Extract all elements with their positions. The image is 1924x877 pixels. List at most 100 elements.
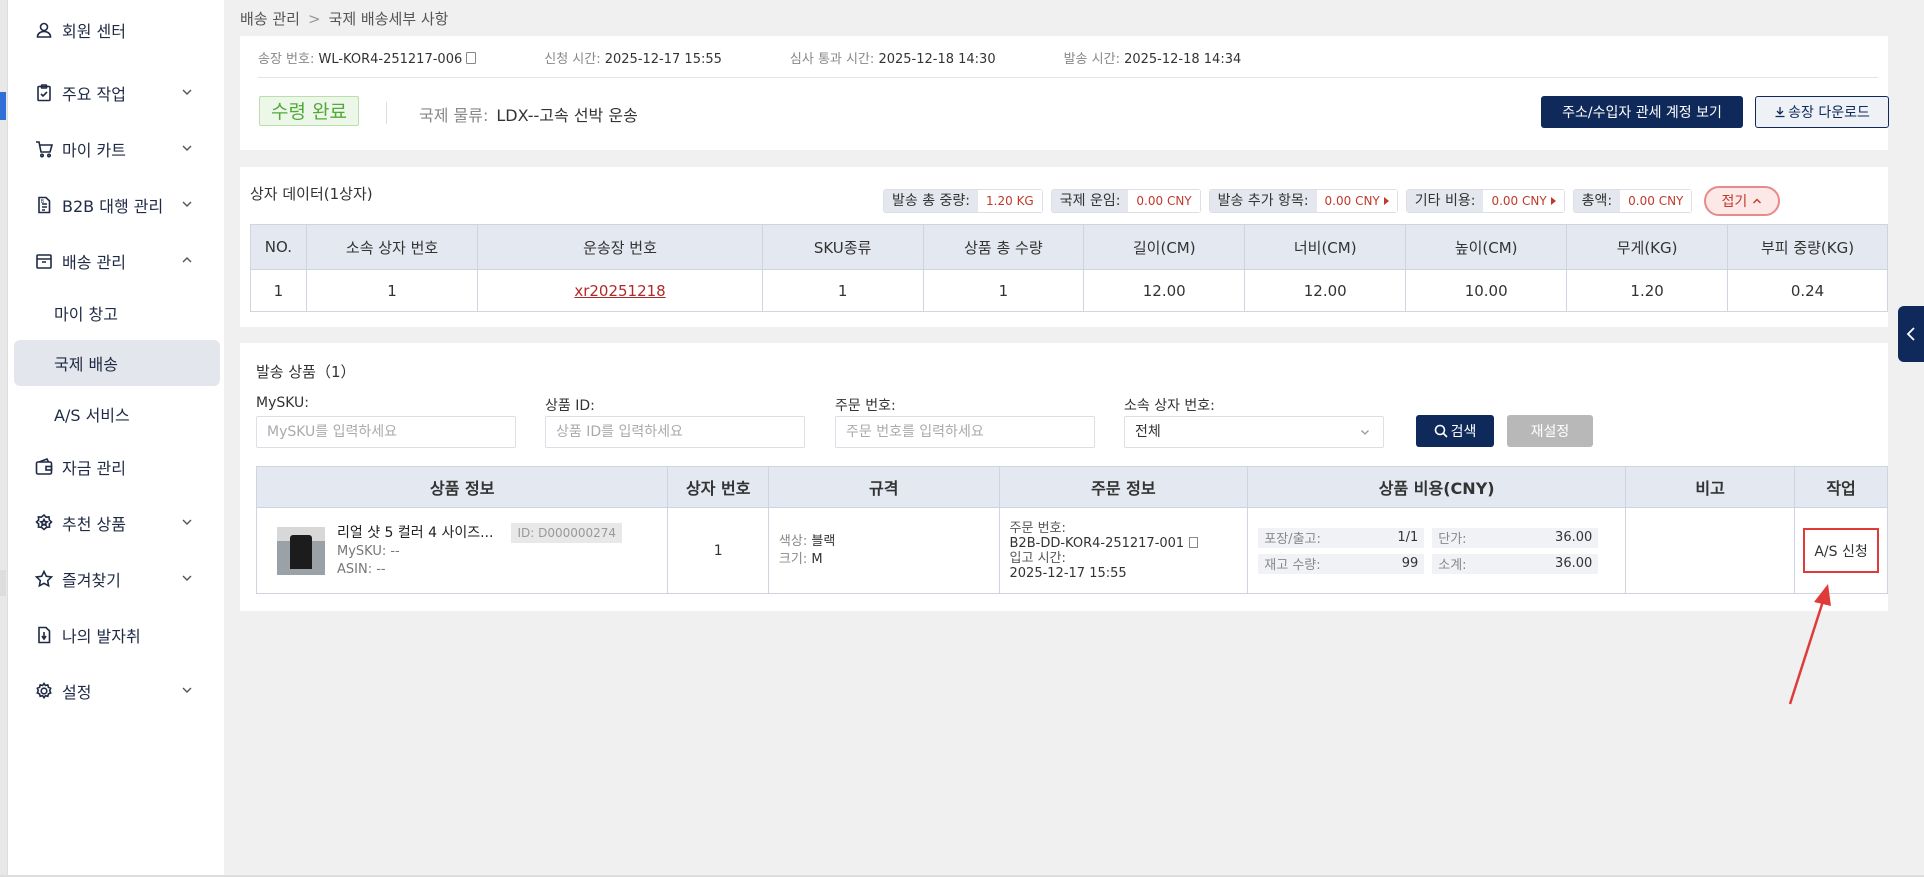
chevron-down-icon <box>182 575 192 581</box>
search-button[interactable]: 검색 <box>1416 415 1494 447</box>
sidebar-item-recommended-products[interactable]: 추천 상품 <box>8 500 224 546</box>
sidebar-item-my-history[interactable]: 나의 발자취 <box>8 612 224 658</box>
collapse-button[interactable]: 접기 <box>1704 186 1781 216</box>
column-header: 길이(CM) <box>1083 224 1246 270</box>
column-header: 상품 총 수량 <box>922 224 1085 270</box>
reset-button[interactable]: 재설정 <box>1507 415 1593 447</box>
other-fees-chip[interactable]: 기타 비용: 0.00 CNY <box>1405 189 1565 213</box>
order-info: 주문 번호: B2B-DD-KOR4-251217-001 입고 시간: 202… <box>1000 521 1248 581</box>
chip-value: 0.00 CNY <box>1483 190 1564 212</box>
column-header: 상자 번호 <box>667 466 769 508</box>
sidebar-item-label: 설정 <box>62 683 92 702</box>
sidebar-item-label: 자금 관리 <box>62 459 126 478</box>
sidebar-subitem-as-service[interactable]: A/S 서비스 <box>8 391 224 437</box>
collapse-label: 접기 <box>1721 194 1748 210</box>
product-name-line: 리얼 샷 5 컬러 4 사이즈... ID: D000000274 <box>337 522 623 543</box>
sidebar-item-label: 나의 발자취 <box>62 627 141 646</box>
sidebar-subitem-my-warehouse[interactable]: 마이 창고 <box>8 290 224 336</box>
extra-items-chip[interactable]: 발송 추가 항목: 0.00 CNY <box>1208 189 1398 213</box>
column-header: 주문 정보 <box>998 466 1249 508</box>
breadcrumb-current: 국제 배송세부 사항 <box>328 10 449 28</box>
sidebar-subitem-label: 마이 창고 <box>54 305 118 324</box>
product-id-input[interactable]: 상품 ID를 입력하세요 <box>545 416 805 448</box>
waybill-link[interactable]: xr20251218 <box>574 282 665 300</box>
cell-qty: 1 <box>922 269 1085 312</box>
column-header: 상품 정보 <box>255 466 669 508</box>
sidebar-subitem-international-shipping[interactable]: 국제 배송 <box>14 340 220 386</box>
shipment-header-card: 송장 번호: WL-KOR4-251217-006 신청 시간: 2025-12… <box>240 36 1889 150</box>
sidebar-item-shipping-management[interactable]: 배송 관리 <box>8 238 224 284</box>
column-header: 너비(CM) <box>1244 224 1407 270</box>
cell-length: 12.00 <box>1083 269 1246 312</box>
sidebar-item-main-tasks[interactable]: 주요 작업 <box>8 70 224 116</box>
sidebar-item-label: 추천 상품 <box>62 515 126 534</box>
divider <box>258 77 1878 78</box>
sidebar: 회원 센터 주요 작업 마이 카트 B B2B 대행 관리 배송 관리 마이 창… <box>8 0 224 877</box>
mysku-input[interactable]: MySKU를 입력하세요 <box>256 416 516 448</box>
box-data-title: 상자 데이터(1상자) <box>250 185 373 203</box>
logistics-label: 국제 물류: <box>419 106 489 125</box>
chevron-down-icon <box>182 201 192 207</box>
sidebar-item-label: 주요 작업 <box>62 85 126 104</box>
cell-waybill: xr20251218 <box>477 269 763 312</box>
breadcrumb-parent[interactable]: 배송 관리 <box>240 10 300 28</box>
order-number-input[interactable]: 주문 번호를 입력하세요 <box>835 416 1095 448</box>
logistics-info: 국제 물류: LDX--고속 선박 운송 <box>419 102 638 126</box>
column-header: 운송장 번호 <box>477 224 763 270</box>
view-customs-account-button[interactable]: 주소/수입자 관세 계정 보기 <box>1541 96 1743 128</box>
ship-value: 2025-12-18 14:34 <box>1124 52 1242 67</box>
in-time-value: 2025-12-17 15:55 <box>1009 565 1127 581</box>
order-number-label: 주문 번호: <box>1009 520 1066 536</box>
copy-icon[interactable] <box>1189 536 1199 548</box>
review-value: 2025-12-18 14:30 <box>878 52 996 67</box>
sidebar-item-my-cart[interactable]: 마이 카트 <box>8 126 224 172</box>
left-edge-strip <box>0 0 8 877</box>
column-header: 소속 상자 번호 <box>305 224 479 270</box>
chevron-left-icon <box>1906 327 1915 341</box>
badge-icon <box>34 513 54 533</box>
review-time: 심사 통과 시간: 2025-12-18 14:30 <box>790 48 996 67</box>
clipboard-icon <box>34 83 54 103</box>
spec-size-value: M <box>811 551 823 567</box>
copy-icon[interactable] <box>466 52 477 64</box>
in-time-label: 입고 시간: <box>1009 550 1066 566</box>
order-number-label: 주문 번호: <box>835 398 896 414</box>
sidebar-item-settings[interactable]: 설정 <box>8 668 224 714</box>
sidebar-item-label: 배송 관리 <box>62 253 126 272</box>
shipped-goods-title: 발송 상품（1） <box>256 363 356 381</box>
as-request-button[interactable]: A/S 신청 <box>1803 528 1880 573</box>
cost-pack: 포장/출고: 1/1 <box>1258 527 1425 548</box>
sidebar-item-b2b-management[interactable]: B B2B 대행 관리 <box>8 182 224 228</box>
column-header: 작업 <box>1794 466 1888 508</box>
chip-value: 1.20 KG <box>978 190 1042 212</box>
mysku-label: MySKU: <box>256 395 310 411</box>
breadcrumb: 배송 관리 > 국제 배송세부 사항 <box>240 8 448 29</box>
column-header: 상품 비용(CNY) <box>1247 466 1627 508</box>
table-row: 1 1 xr20251218 1 1 12.00 12.00 10.00 1.2… <box>250 269 1888 312</box>
sidebar-item-member-center[interactable]: 회원 센터 <box>8 7 224 53</box>
cost-stock: 재고 수량: 99 <box>1258 553 1425 574</box>
spec-color: 색상: 블랙 <box>779 533 999 551</box>
product-thumbnail[interactable] <box>277 526 325 575</box>
chip-label: 총액: <box>1573 190 1621 212</box>
cost-pack-label: 포장/출고: <box>1264 532 1321 547</box>
annotation-arrow <box>1788 584 1831 705</box>
invoice-value: WL-KOR4-251217-006 <box>318 52 463 67</box>
chip-value-text: 0.00 CNY <box>1324 194 1380 208</box>
sidebar-item-favorites[interactable]: 즐겨찾기 <box>8 556 224 602</box>
box-number-select[interactable]: 전체 <box>1124 416 1384 448</box>
download-invoice-button[interactable]: 송장 다운로드 <box>1755 96 1889 128</box>
apply-time: 신청 시간: 2025-12-17 15:55 <box>544 48 722 67</box>
star-icon <box>34 569 54 589</box>
cost-unit-value: 36.00 <box>1555 530 1593 545</box>
invoice-number: 송장 번호: WL-KOR4-251217-006 <box>258 48 477 67</box>
order-number-value: B2B-DD-KOR4-251217-001 <box>1009 535 1185 551</box>
search-icon <box>1434 424 1448 438</box>
chevron-down-icon <box>182 519 192 525</box>
gear-icon <box>34 681 54 701</box>
caret-right-icon <box>1550 197 1556 205</box>
cell-product-info: 리얼 샷 5 컬러 4 사이즈... ID: D000000274 MySKU: … <box>255 507 669 594</box>
side-panel-toggle[interactable] <box>1898 306 1924 362</box>
sidebar-item-fund-management[interactable]: 자금 관리 <box>8 444 224 490</box>
chip-label: 기타 비용: <box>1406 190 1484 212</box>
